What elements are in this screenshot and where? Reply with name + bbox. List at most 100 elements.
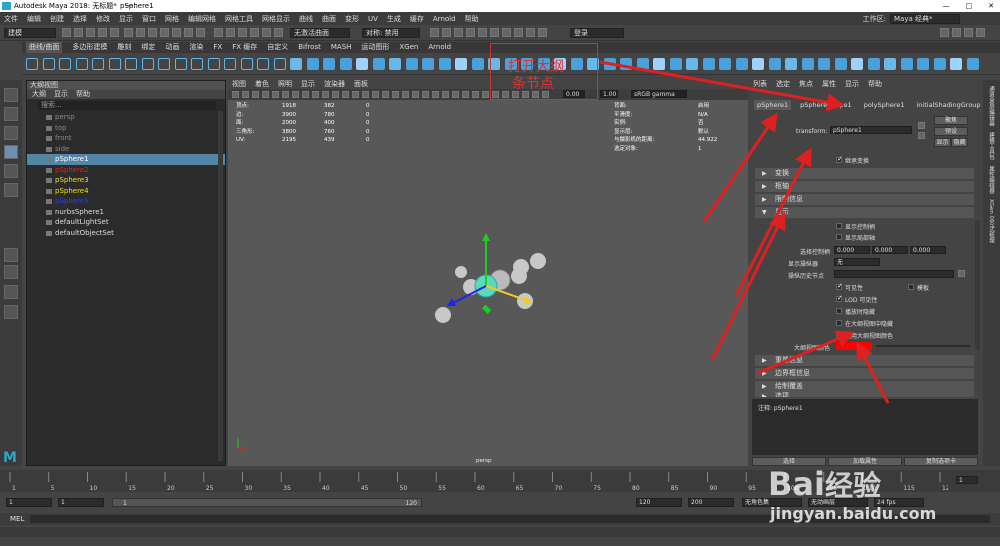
viewport-tool-icon[interactable] [242,91,249,98]
transform-name-field[interactable]: pSphere1 [830,126,912,134]
status-tool-icon[interactable] [466,28,475,37]
status-tool-icon[interactable] [478,28,487,37]
use-outliner-color-checkbox[interactable] [836,330,843,338]
viewport-menu-item[interactable]: 视图 [232,80,246,89]
end-time-field[interactable]: 200 [688,498,734,507]
modeling-toolkit-icon[interactable] [976,28,985,37]
presets-button[interactable]: 预设 [934,127,968,136]
shelf-tool-icon[interactable] [174,58,187,70]
shelf-tool-icon[interactable] [834,58,847,70]
status-tool-icon[interactable] [238,28,247,37]
outliner-item[interactable]: defaultLightSet [27,217,225,228]
shelf-tool-icon[interactable] [719,58,731,70]
shelf-tool-icon[interactable] [207,58,220,70]
shelf-tab[interactable]: 雕刻 [117,42,131,53]
viewport-panel[interactable]: 视图 着色 照明 显示 渲染器 面板 0.00 1.00 sRGB gamma 顶点: 19… [228,80,748,466]
outliner-item[interactable]: pSphere4 [27,186,225,197]
status-tool-icon[interactable] [184,28,193,37]
menu-4[interactable]: 修改 [96,14,110,24]
gamma-field[interactable]: 1.00 [600,90,618,98]
shelf-tab[interactable]: XGen [399,42,418,53]
section-options[interactable]: ▶ 选项 [755,391,974,397]
side-tab[interactable]: 属性编辑器 [987,166,995,194]
status-tool-icon[interactable] [214,28,223,37]
viewport-tool-icon[interactable] [342,91,349,98]
shelf-tool-icon[interactable] [785,58,797,70]
presets-icon[interactable] [918,132,925,139]
shelf-tool-icon[interactable] [636,58,649,70]
viewport-tool-icon[interactable] [462,91,469,98]
shelf-tool-icon[interactable] [158,58,170,70]
viewport-tool-icon[interactable] [302,91,309,98]
status-tool-icon[interactable] [502,28,511,37]
shelf-tool-icon[interactable] [669,58,682,70]
status-tool-icon[interactable] [160,28,169,37]
shelf-tool-icon[interactable] [686,58,698,70]
shelf-tool-icon[interactable] [471,58,484,70]
scale-tool-icon[interactable] [4,183,18,197]
outliner-item[interactable]: top [27,123,225,134]
status-tool-icon[interactable] [226,28,235,37]
sphere-object[interactable] [530,253,546,269]
hide-on-playback-checkbox[interactable] [836,308,842,314]
status-tool-icon[interactable] [86,28,95,37]
attr-menu-item[interactable]: 列表 [753,80,767,89]
menu-11[interactable]: 曲线 [299,14,313,24]
menu-1[interactable]: 编辑 [27,14,41,24]
shelf-tab[interactable]: 曲线/曲面 [26,42,63,53]
shelf-tab[interactable]: 动画 [165,42,179,53]
shelf-tool-icon[interactable] [455,58,467,70]
viewport-tool-icon[interactable] [432,91,439,98]
shelf-tool-icon[interactable] [950,58,962,70]
viewport-tool-icon[interactable] [392,91,399,98]
manip-history-field[interactable] [834,270,954,278]
outliner-item[interactable]: nurbsSphere1 [27,207,225,218]
shelf-tool-icon[interactable] [438,58,451,70]
attr-menu-item[interactable]: 焦点 [799,80,813,89]
shelf-tab[interactable]: 多边形建模 [72,42,107,53]
shelf-tool-icon[interactable] [884,58,896,70]
sphere-object[interactable] [455,266,467,278]
outliner-search-input[interactable]: 搜索... [38,101,216,110]
select-handle-z[interactable]: 0.000 [910,246,946,254]
shelf-tool-icon[interactable] [224,58,236,70]
outliner-item[interactable]: side [27,144,225,155]
shelf-tool-icon[interactable] [273,58,286,70]
outliner-item[interactable]: pSphere1 [27,154,225,165]
status-tool-icon[interactable] [526,28,535,37]
shelf-tab[interactable]: Arnold [428,42,451,53]
shelf-tool-icon[interactable] [917,58,929,70]
status-tool-icon[interactable] [110,28,119,37]
viewport-tool-icon[interactable] [422,91,429,98]
status-tool-icon[interactable] [98,28,107,37]
viewport-tool-icon[interactable] [282,91,289,98]
menu-0[interactable]: 文件 [4,14,18,24]
minimize-button[interactable]: — [943,0,950,12]
outliner-item[interactable]: pSphere2 [27,165,225,176]
shelf-tool-icon[interactable] [290,58,302,70]
viewport-tool-icon[interactable] [412,91,419,98]
viewport-tool-icon[interactable] [292,91,299,98]
attr-menu-item[interactable]: 显示 [845,80,859,89]
viewport-tool-icon[interactable] [312,91,319,98]
shelf-tab[interactable]: Bifrost [298,42,321,53]
menu-14[interactable]: UV [368,15,378,23]
menu-8[interactable]: 编辑网格 [188,14,216,24]
shelf-tool-icon[interactable] [141,58,154,70]
shelf-tool-icon[interactable] [851,58,863,70]
start-time-field[interactable]: 1 [6,498,52,507]
viewport-tool-icon[interactable] [452,91,459,98]
display-handle-checkbox[interactable] [836,223,842,229]
status-tool-icon[interactable] [454,28,463,37]
hide-in-outliner-checkbox[interactable] [836,320,842,326]
move-tool-icon[interactable] [4,145,18,159]
viewport-menu-item[interactable]: 着色 [255,80,269,89]
status-tool-icon[interactable] [538,28,547,37]
shelf-tool-icon[interactable] [389,58,401,70]
viewport-tool-icon[interactable] [352,91,359,98]
hide-button[interactable]: 隐藏 [951,138,968,147]
menu-6[interactable]: 窗口 [142,14,156,24]
viewport-tool-icon[interactable] [262,91,269,98]
viewport-menu-item[interactable]: 照明 [278,80,292,89]
outliner-menu-display[interactable]: 显示 [54,90,68,99]
